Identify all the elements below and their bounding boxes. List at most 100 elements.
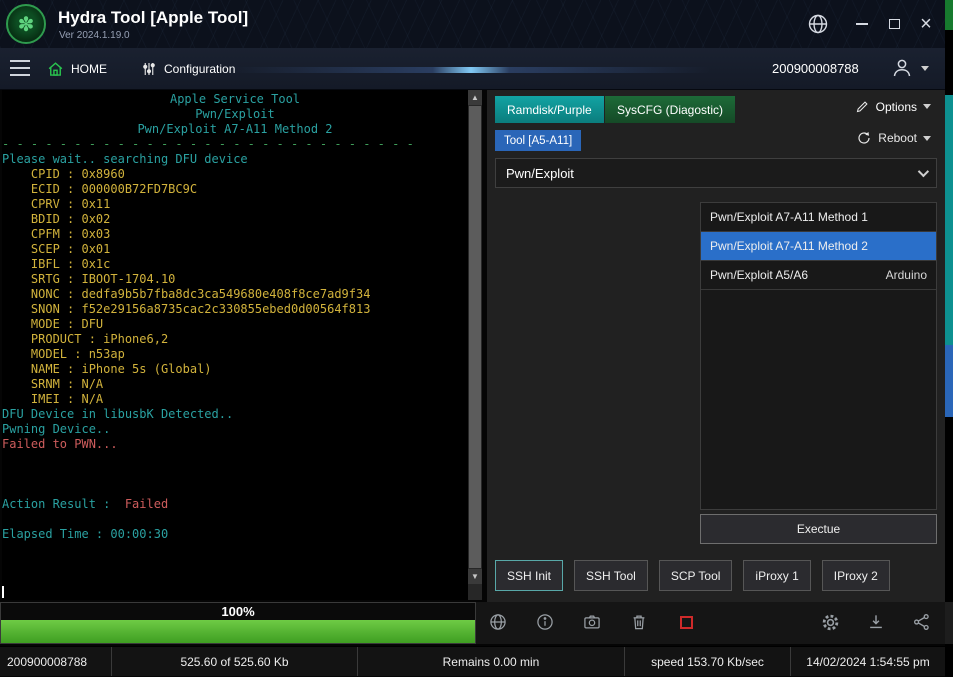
- stop-icon[interactable]: [675, 611, 697, 633]
- utility-icons: [819, 611, 933, 633]
- configuration-label: Configuration: [164, 62, 236, 76]
- console-line: MODE : DFU: [2, 317, 104, 331]
- console-line: ECID : 000000B72FD7BC9C: [2, 182, 198, 196]
- bottom-bar: 100%: [0, 602, 945, 644]
- home-label: HOME: [71, 62, 107, 76]
- tab-tool-a5-a11[interactable]: Tool [A5-A11]: [495, 130, 582, 151]
- console-log: Apple Service Tool Pwn/Exploit Pwn/Explo…: [2, 90, 468, 584]
- status-remaining: Remains 0.00 min: [358, 647, 625, 676]
- app-version: Ver 2024.1.19.0: [59, 30, 130, 41]
- iproxy2-button[interactable]: IProxy 2: [821, 560, 890, 591]
- progress-fill: [1, 620, 475, 643]
- exploit-mode-value: Pwn/Exploit: [506, 165, 574, 181]
- console-line: SCEP : 0x01: [2, 242, 111, 256]
- configuration-button[interactable]: Configuration: [140, 56, 235, 82]
- trash-icon[interactable]: [628, 611, 650, 633]
- console-line: Pwning Device..: [2, 422, 111, 436]
- status-serial: 200900008788: [0, 647, 112, 676]
- home-button[interactable]: HOME: [46, 56, 107, 82]
- chevron-down-icon: [923, 104, 931, 109]
- console-elapsed-time: Elapsed Time : 00:00:30: [2, 527, 169, 541]
- console-line: SNON : f52e29156a8735cac2c330855ebed0d00…: [2, 302, 371, 316]
- edge-segment: [945, 0, 953, 30]
- console-line: CPID : 0x8960: [2, 167, 125, 181]
- edge-segment: [945, 345, 953, 417]
- ssh-init-button[interactable]: SSH Init: [495, 560, 564, 591]
- console-separator: - - - - - - - - - - - - - - - - - - - - …: [2, 137, 414, 151]
- right-panel: Ramdisk/Purple SysCFG (Diagostic) Option…: [487, 90, 945, 602]
- settings-gear-icon[interactable]: [819, 611, 841, 633]
- console-line: PRODUCT : iPhone6,2: [2, 332, 169, 346]
- globe-icon[interactable]: [487, 611, 509, 633]
- text-caret: [2, 586, 4, 598]
- console-line: Apple Service Tool: [169, 92, 301, 106]
- status-speed: speed 153.70 Kb/sec: [625, 647, 791, 676]
- window-title: Hydra Tool [Apple Tool]: [58, 8, 249, 27]
- globe-icon[interactable]: [806, 12, 830, 36]
- app-window: ✽ Hydra Tool [Apple Tool] Ver 2024.1.19.…: [0, 0, 953, 677]
- user-icon: [890, 56, 914, 80]
- scroll-up-icon[interactable]: ▲: [468, 90, 482, 105]
- console-scrollbar[interactable]: ▲ ▼: [468, 90, 482, 600]
- status-transferred: 525.60 of 525.60 Kb: [112, 647, 358, 676]
- chevron-down-icon: [917, 165, 930, 178]
- main-toolbar: HOME Configuration 200900008788: [0, 48, 945, 90]
- console-line: Pwn/Exploit A7-A11 Method 2: [137, 122, 333, 136]
- reboot-button[interactable]: Reboot: [856, 130, 931, 146]
- list-item[interactable]: Pwn/Exploit A7-A11 Method 1: [701, 203, 936, 232]
- exploit-method-list: Pwn/Exploit A7-A11 Method 1 Pwn/Exploit …: [700, 202, 937, 510]
- home-icon: [46, 60, 65, 79]
- ssh-tool-button[interactable]: SSH Tool: [574, 560, 648, 591]
- title-bar: ✽ Hydra Tool [Apple Tool] Ver 2024.1.19.…: [0, 0, 945, 48]
- minimize-button[interactable]: [848, 10, 876, 38]
- console-input[interactable]: [2, 584, 468, 600]
- progress-percent: 100%: [1, 603, 475, 620]
- status-datetime: 14/02/2024 1:54:55 pm: [806, 654, 930, 669]
- reboot-label: Reboot: [878, 131, 917, 145]
- console-line: SRNM : N/A: [2, 377, 104, 391]
- chevron-down-icon: [921, 65, 929, 71]
- console-line: IBFL : 0x1c: [2, 257, 111, 271]
- scp-tool-button[interactable]: SCP Tool: [658, 560, 733, 591]
- user-menu[interactable]: [890, 56, 929, 80]
- info-icon[interactable]: [534, 611, 556, 633]
- execute-button[interactable]: Exectue: [700, 514, 937, 544]
- download-icon[interactable]: [865, 611, 887, 633]
- options-button[interactable]: Options: [855, 99, 931, 114]
- console-line: CPRV : 0x11: [2, 197, 111, 211]
- console-action-result: Action Result : Failed: [2, 497, 169, 511]
- iproxy1-button[interactable]: iProxy 1: [743, 560, 811, 591]
- console-line: Please wait.. searching DFU device: [2, 152, 248, 166]
- list-item-selected[interactable]: Pwn/Exploit A7-A11 Method 2: [701, 232, 936, 261]
- edge-strip: [945, 0, 953, 677]
- maximize-button[interactable]: [880, 10, 908, 38]
- edge-segment: [945, 95, 953, 345]
- console-line: NONC : dedfa9b5b7fba8dc3ca549680e408f8ce…: [2, 287, 371, 301]
- list-item[interactable]: Pwn/Exploit A5/A6 Arduino: [701, 261, 936, 290]
- console-line: Failed to PWN...: [2, 437, 118, 451]
- toolbar-glow-strip: [232, 67, 710, 73]
- tab-ramdisk-purple[interactable]: Ramdisk/Purple: [495, 96, 604, 123]
- tool-buttons-row: SSH Init SSH Tool SCP Tool iProxy 1 IPro…: [495, 560, 890, 591]
- close-button[interactable]: ×: [912, 10, 940, 38]
- chevron-down-icon: [923, 135, 931, 141]
- scroll-down-icon[interactable]: ▼: [468, 569, 482, 584]
- status-bar: 200900008788 525.60 of 525.60 Kb Remains…: [0, 646, 945, 676]
- tab-syscfg-diagnostic[interactable]: SysCFG (Diagostic): [605, 96, 736, 123]
- menu-icon[interactable]: [10, 60, 30, 76]
- console-line: Pwn/Exploit: [195, 107, 275, 121]
- scrollbar-thumb[interactable]: [469, 106, 481, 568]
- progress-bar: 100%: [0, 602, 476, 644]
- console-line: SRTG : IBOOT-1704.10: [2, 272, 176, 286]
- edge-segment: [945, 602, 953, 644]
- screenshot-camera-icon[interactable]: [581, 611, 603, 633]
- console-line: IMEI : N/A: [2, 392, 104, 406]
- exploit-mode-select[interactable]: Pwn/Exploit: [495, 158, 937, 188]
- options-label: Options: [875, 99, 917, 114]
- action-icons: [487, 611, 697, 633]
- console-line: DFU Device in libusbK Detected..: [2, 407, 234, 421]
- sliders-icon: [140, 60, 158, 78]
- console-line: BDID : 0x02: [2, 212, 111, 226]
- share-icon[interactable]: [911, 611, 933, 633]
- edit-icon: [855, 99, 870, 114]
